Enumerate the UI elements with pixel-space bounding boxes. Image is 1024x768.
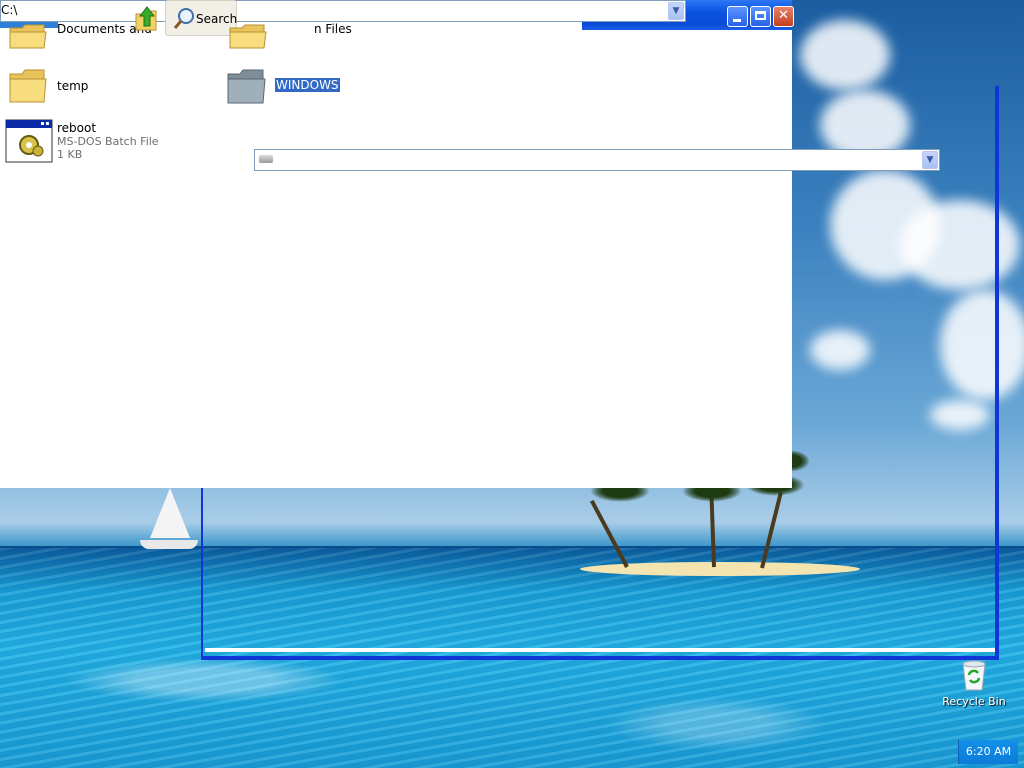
batch-file-icon <box>5 119 53 163</box>
search-button[interactable]: Search <box>165 0 237 36</box>
file-reboot[interactable]: reboot MS-DOS Batch File 1 KB <box>5 119 205 165</box>
recycle-bin-label: Recycle Bin <box>942 695 1006 708</box>
combo-dropdown-button[interactable]: ▼ <box>922 151 938 169</box>
recycle-bin-icon <box>962 660 986 691</box>
up-folder-button[interactable] <box>130 2 164 34</box>
file-name: WINDOWS <box>275 78 340 92</box>
recycle-bin[interactable]: Recycle Bin <box>938 660 1010 714</box>
folder-icon <box>227 69 266 104</box>
file-size: 1 KB <box>57 148 83 161</box>
chevron-down-icon: ▼ <box>926 155 934 165</box>
explorer-window: ✕ C:\ ▼ Documents and Search n Files tem… <box>0 0 794 488</box>
folder-icon <box>9 24 47 49</box>
address-bar[interactable]: C:\ ▼ <box>0 0 686 22</box>
file-type: MS-DOS Batch File <box>57 135 159 148</box>
folder-windows[interactable]: WINDOWS <box>226 66 376 108</box>
drive-icon <box>259 155 273 163</box>
drive-combo-box[interactable]: ▼ <box>254 149 940 171</box>
close-button[interactable]: ✕ <box>773 6 794 27</box>
address-path: C:\ <box>1 3 18 17</box>
folder-temp[interactable]: temp <box>8 66 158 108</box>
search-icon <box>173 8 194 29</box>
up-folder-icon <box>135 6 157 31</box>
folder-program-files[interactable]: n Files <box>228 20 378 50</box>
maximize-button[interactable] <box>750 6 771 27</box>
address-dropdown-button[interactable]: ▼ <box>668 2 684 20</box>
file-name: n Files <box>314 22 352 36</box>
minimize-button[interactable] <box>727 6 748 27</box>
file-name: reboot <box>57 121 97 135</box>
chevron-down-icon: ▼ <box>672 6 680 16</box>
folder-icon <box>229 24 267 49</box>
close-icon: ✕ <box>778 8 789 23</box>
taskbar-clock[interactable]: 6:20 AM <box>958 740 1018 764</box>
folder-icon <box>9 69 47 103</box>
file-name: temp <box>57 79 89 93</box>
